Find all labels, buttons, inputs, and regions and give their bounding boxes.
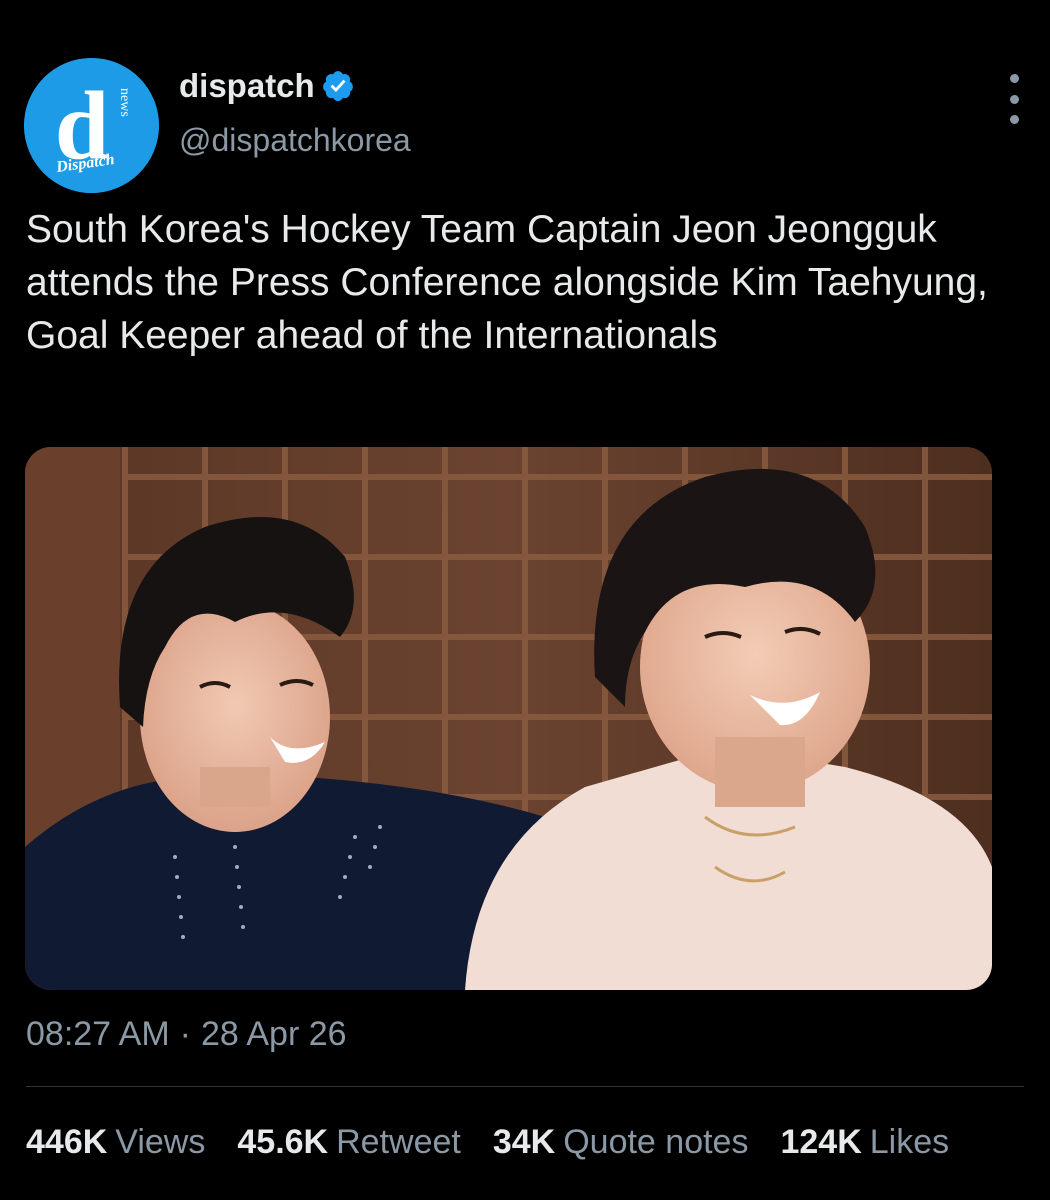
account-handle[interactable]: @dispatchkorea <box>179 122 411 159</box>
display-name-row: dispatch <box>179 64 411 108</box>
meta-separator: · <box>179 1015 191 1053</box>
stat-views-value: 446K <box>26 1123 108 1161</box>
more-dot <box>1009 94 1019 104</box>
avatar-news-text: news <box>117 88 132 117</box>
tweet-header: d news Dispatch dispatch @dispatchkorea <box>24 58 1034 193</box>
display-name[interactable]: dispatch <box>179 67 315 105</box>
stat-quotes-value: 34K <box>492 1123 556 1161</box>
avatar[interactable]: d news Dispatch <box>24 58 159 193</box>
tweet-stats: 446K Views 45.6K Retweet 34K Quote notes 12… <box>26 1123 949 1162</box>
stat-likes-label: Likes <box>869 1123 950 1161</box>
stat-retweets[interactable]: 45.6K Retweet <box>237 1123 460 1162</box>
stat-retweets-value: 45.6K <box>237 1123 329 1161</box>
stat-views[interactable]: 446K Views <box>26 1123 205 1162</box>
stat-retweets-label: Retweet <box>336 1123 461 1161</box>
tweet-detail: d news Dispatch dispatch @dispatchkorea <box>0 0 1050 1200</box>
tweet-photo[interactable] <box>25 447 992 990</box>
stat-likes-value: 124K <box>780 1123 862 1161</box>
stat-likes[interactable]: 124K Likes <box>780 1123 949 1162</box>
tweet-time[interactable]: 08:27 AM <box>26 1015 170 1054</box>
stat-quotes[interactable]: 34K Quote notes <box>493 1123 749 1162</box>
verified-badge-icon <box>321 69 355 103</box>
more-vertical-icon[interactable] <box>1004 74 1024 124</box>
stat-views-label: Views <box>115 1123 206 1161</box>
tweet-timestamp: 08:27 AM · 28 Apr 26 <box>26 1015 347 1054</box>
tweet-date[interactable]: 28 Apr 26 <box>201 1015 347 1054</box>
more-dot <box>1009 74 1019 83</box>
tweet-text: South Korea's Hockey Team Captain Jeon J… <box>26 208 988 357</box>
account-names: dispatch @dispatchkorea <box>179 64 411 159</box>
stat-quotes-label: Quote notes <box>563 1123 749 1161</box>
more-dot <box>1009 115 1019 124</box>
divider <box>26 1086 1024 1087</box>
